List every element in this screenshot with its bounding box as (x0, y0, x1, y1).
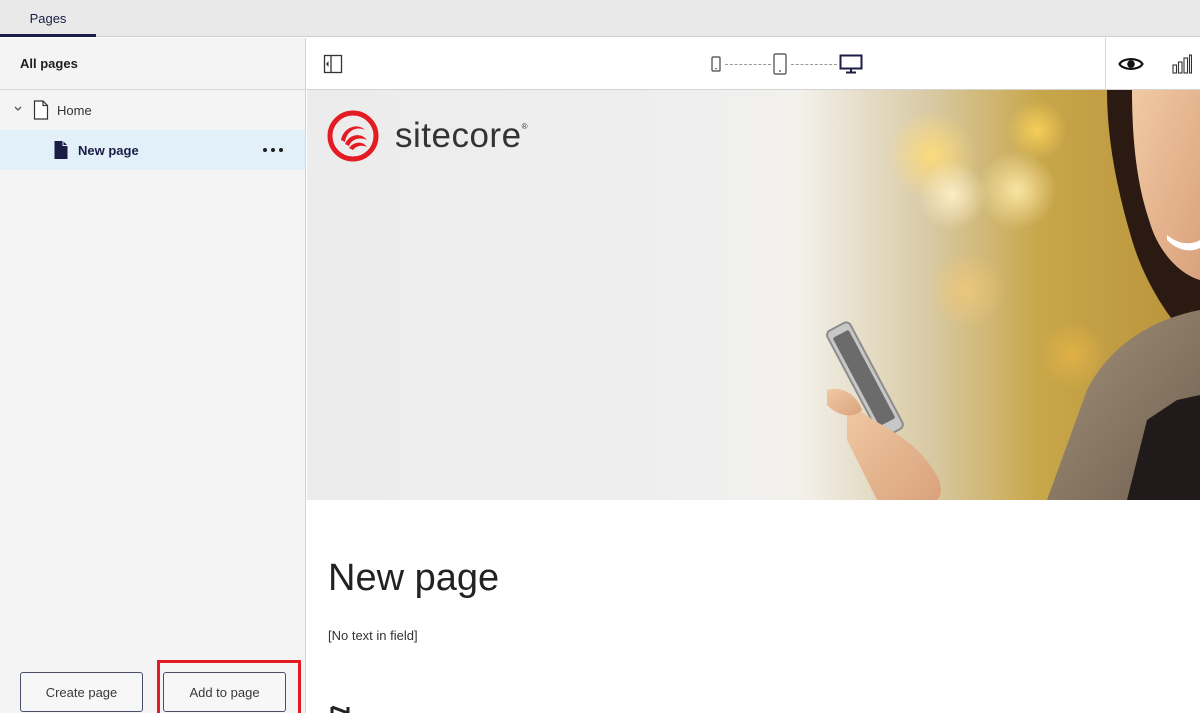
sitecore-logo-text: sitecore® (395, 116, 528, 155)
tree-item-new-page[interactable]: New page (0, 130, 305, 170)
woman-with-phone-photo (826, 90, 1200, 500)
next-heading-cutoff (328, 693, 368, 713)
more-options-icon[interactable] (261, 140, 285, 160)
desktop-icon[interactable] (839, 53, 863, 75)
add-to-page-button[interactable]: Add to page (163, 672, 286, 712)
device-connector-2 (791, 64, 837, 65)
page-filled-icon (53, 140, 69, 160)
analytics-icon[interactable] (1172, 53, 1192, 75)
chevron-down-icon[interactable] (12, 103, 24, 115)
tree-item-home-label: Home (57, 102, 92, 118)
editor-toolbar (307, 38, 1200, 90)
tablet-icon[interactable] (772, 52, 788, 76)
empty-field-placeholder[interactable]: [No text in field] (328, 628, 418, 643)
device-connector-1 (725, 64, 771, 65)
tree-item-home[interactable]: Home (0, 90, 305, 130)
page-canvas: sitecore® New page [No text in field] (307, 90, 1200, 713)
tree-item-new-page-label: New page (78, 142, 139, 158)
hero-image[interactable]: sitecore® (307, 90, 1200, 500)
sidebar-header: All pages (0, 38, 305, 90)
active-tab-indicator (0, 34, 96, 37)
page-heading[interactable]: New page (328, 557, 499, 600)
sitecore-logo[interactable]: sitecore® (327, 110, 528, 162)
tab-pages-label: Pages (29, 11, 67, 26)
tab-pages[interactable]: Pages (0, 0, 96, 37)
preview-eye-icon[interactable] (1118, 53, 1144, 75)
toolbar-divider (1105, 38, 1106, 90)
mobile-icon[interactable] (710, 55, 722, 73)
toggle-sidebar-icon[interactable] (322, 53, 344, 75)
pages-sidebar: All pages Home New page (0, 38, 306, 713)
sitecore-logo-mark (327, 110, 379, 162)
top-tab-bar: Pages (0, 0, 1200, 37)
page-outline-icon (33, 100, 49, 120)
create-page-button[interactable]: Create page (20, 672, 143, 712)
